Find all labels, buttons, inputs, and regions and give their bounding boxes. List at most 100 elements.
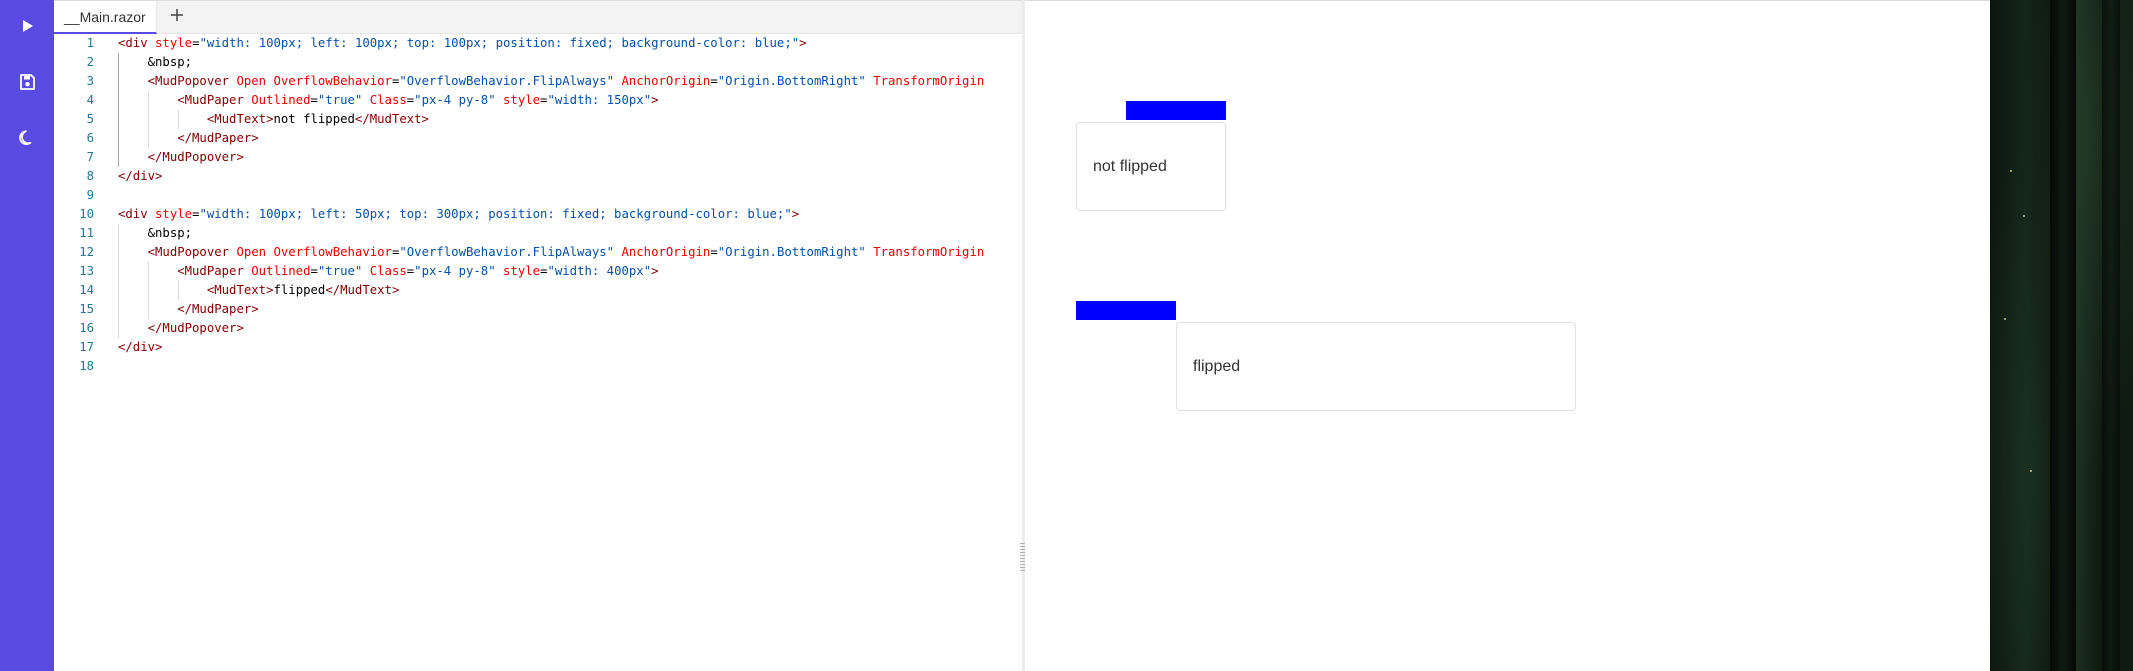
code-token: "px-4 py-8": [414, 264, 496, 278]
code-token: "width: 100px; left: 50px; top: 300px; p…: [199, 207, 792, 221]
tab-main-razor[interactable]: __Main.razor: [54, 1, 157, 34]
firefly: [2023, 215, 2025, 217]
code-token: "true": [317, 93, 363, 107]
code-token: "OverflowBehavior.FlipAlways": [399, 74, 615, 88]
line-number: 15: [79, 302, 94, 316]
code-token: "width: 100px; left: 100px; top: 100px; …: [199, 36, 800, 50]
code-line[interactable]: 17 </div>: [54, 338, 1022, 357]
code-line[interactable]: 6 </MudPaper>: [54, 129, 1022, 148]
line-number: 3: [86, 74, 94, 88]
add-tab-button[interactable]: [162, 1, 192, 34]
code-editor[interactable]: __Main.razor 1 <div style="width: 100px; …: [54, 0, 1022, 671]
code-token: </MudPopover>: [118, 321, 244, 335]
code-line[interactable]: 13 <MudPaper Outlined="true" Class="px-4…: [54, 262, 1022, 281]
code-text: </MudPaper>: [118, 300, 259, 319]
code-token: "width: 400px": [547, 264, 652, 278]
code-token: </MudText>: [325, 283, 400, 297]
code-text: <MudText>flipped</MudText>: [118, 281, 400, 300]
line-number: 17: [79, 340, 94, 354]
code-line[interactable]: 5 <MudText>not flipped</MudText>: [54, 110, 1022, 129]
code-token: Outlined: [251, 93, 311, 107]
code-line[interactable]: 12 <MudPopover Open OverflowBehavior = "Ov…: [54, 243, 1022, 262]
code-line[interactable]: 4 <MudPaper Outlined="true" Class="px-4 …: [54, 91, 1022, 110]
code-token: >: [651, 264, 659, 278]
code-line[interactable]: 18: [54, 357, 1022, 376]
code-text: <MudPopover Open OverflowBehavior = "Overf…: [118, 72, 985, 91]
line-number: 7: [86, 150, 94, 164]
sidebar: [0, 0, 54, 671]
firefly: [2010, 170, 2012, 172]
code-token: <MudPopover: [118, 245, 237, 259]
code-text: <MudPopover Open OverflowBehavior = "Overf…: [118, 243, 985, 262]
code-text: <div style="width: 100px; left: 50px; to…: [118, 205, 799, 224]
code-token: TransformOrigin: [873, 245, 985, 259]
code-line[interactable]: 7 </MudPopover>: [54, 148, 1022, 167]
code-token: AnchorOrigin: [621, 245, 711, 259]
code-line[interactable]: 16 </MudPopover>: [54, 319, 1022, 338]
code-token: </MudText>: [354, 112, 429, 126]
code-line[interactable]: 9: [54, 186, 1022, 205]
line-number: 10: [79, 207, 94, 221]
line-number: 4: [86, 93, 94, 107]
code-text: <MudPaper Outlined="true" Class="px-4 py…: [118, 91, 659, 110]
code-text: </MudPaper>: [118, 129, 259, 148]
code-token: </div>: [118, 169, 163, 183]
code-token: >: [651, 93, 659, 107]
code-line[interactable]: 11 &nbsp;: [54, 224, 1022, 243]
code-token: not flipped: [273, 112, 355, 126]
code-token: =: [710, 74, 718, 88]
code-token: </MudPopover>: [118, 150, 244, 164]
code-token: Open OverflowBehavior: [236, 74, 392, 88]
line-number: 6: [86, 131, 94, 145]
theme-toggle-button[interactable]: [0, 113, 54, 167]
save-button[interactable]: [0, 57, 54, 111]
code-token: =: [710, 245, 718, 259]
code-token: "true": [317, 264, 363, 278]
code-token: style: [503, 264, 541, 278]
code-token: <MudPaper: [118, 93, 252, 107]
code-area[interactable]: 1 <div style="width: 100px; left: 100px; …: [54, 34, 1022, 671]
code-token: </MudPaper>: [118, 131, 259, 145]
code-token: >: [799, 36, 807, 50]
code-line[interactable]: 15 </MudPaper>: [54, 300, 1022, 319]
code-token: Class: [369, 93, 407, 107]
save-icon: [17, 72, 37, 97]
code-token: "px-4 py-8": [414, 93, 496, 107]
tab-label: __Main.razor: [64, 8, 146, 25]
code-token: >: [791, 207, 800, 221]
code-token: </MudPaper>: [118, 302, 259, 316]
code-text: </div>: [118, 338, 162, 357]
code-text: &nbsp;: [118, 53, 192, 72]
code-line[interactable]: 1 <div style="width: 100px; left: 100px; …: [54, 34, 1022, 53]
code-token: "OverflowBehavior.FlipAlways": [399, 245, 615, 259]
line-number: 11: [79, 226, 94, 240]
line-number: 9: [86, 188, 94, 202]
run-button[interactable]: [0, 1, 54, 55]
code-line[interactable]: 2 &nbsp;: [54, 53, 1022, 72]
code-text: <div style="width: 100px; left: 100px; t…: [118, 34, 807, 53]
code-text: <MudText>not flipped</MudText>: [118, 110, 429, 129]
tab-bar: __Main.razor: [54, 1, 1022, 34]
popover-paper-2: flipped: [1176, 322, 1576, 411]
line-number: 8: [86, 169, 94, 183]
code-text: </MudPopover>: [118, 148, 244, 167]
code-token: Class: [369, 264, 407, 278]
code-line[interactable]: 14 <MudText>flipped</MudText>: [54, 281, 1022, 300]
code-line[interactable]: 3 <MudPopover Open OverflowBehavior = "Ove…: [54, 72, 1022, 91]
line-number: 14: [79, 283, 94, 297]
line-number: 5: [86, 112, 94, 126]
code-token: <MudPopover: [118, 74, 237, 88]
code-line[interactable]: 8 </div>: [54, 167, 1022, 186]
popover-text-1: not flipped: [1093, 157, 1167, 175]
popover-text-2: flipped: [1193, 357, 1241, 375]
code-token: =: [310, 264, 318, 278]
line-number: 16: [79, 321, 94, 335]
line-number: 2: [86, 55, 94, 69]
code-token: style: [503, 93, 541, 107]
code-token: Open OverflowBehavior: [236, 245, 392, 259]
plus-icon: [169, 7, 185, 28]
code-line[interactable]: 10 <div style="width: 100px; left: 50px; …: [54, 205, 1022, 224]
